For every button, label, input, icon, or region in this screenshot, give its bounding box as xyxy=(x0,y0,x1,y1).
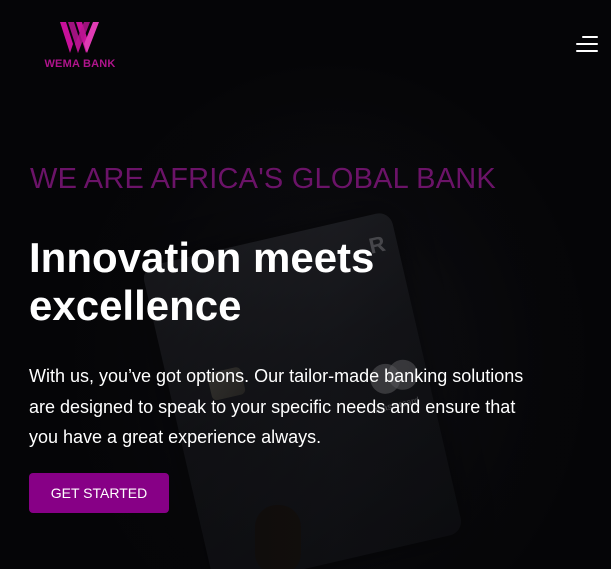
brand-name: WEMA BANK xyxy=(44,58,116,70)
hero-description: With us, you’ve got options. Our tailor-… xyxy=(29,361,544,453)
hero-tagline: WE ARE AFRICA'S GLOBAL BANK xyxy=(30,163,496,195)
description-line-3: you have a great experience always. xyxy=(29,427,322,447)
headline-line-1: Innovation meets xyxy=(29,234,375,281)
hero-section: R mastercard WEMA BANK WE ARE AFRICA'S G… xyxy=(0,0,611,569)
headline-line-2: excellence xyxy=(29,282,242,329)
description-line-1: With us, you’ve got options. Our tailor-… xyxy=(29,366,524,386)
hamburger-menu-icon[interactable] xyxy=(576,36,598,54)
description-line-2: are designed to speak to your specific n… xyxy=(29,396,516,417)
hero-headline: Innovation meets excellence xyxy=(29,234,549,330)
wema-bank-logo[interactable]: WEMA BANK xyxy=(40,22,120,70)
get-started-button[interactable]: GET STARTED xyxy=(29,473,169,513)
wema-logo-icon xyxy=(60,22,99,53)
